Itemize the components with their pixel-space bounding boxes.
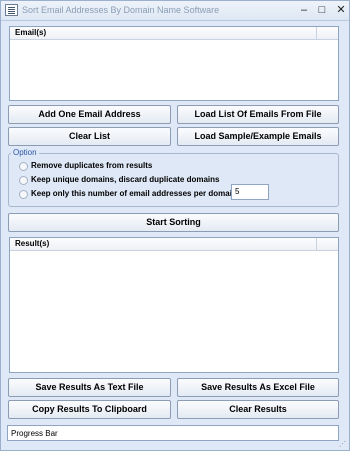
app-window: Sort Email Addresses By Domain Name Soft… xyxy=(0,0,350,451)
emails-listbox[interactable]: Email(s) xyxy=(9,26,339,101)
emails-per-domain-input[interactable]: 5 xyxy=(231,184,269,200)
load-sample-emails-button[interactable]: Load Sample/Example Emails xyxy=(177,127,339,146)
resize-grip-icon[interactable]: ⋰ xyxy=(339,440,348,449)
remove-duplicates-label[interactable]: Remove duplicates from results xyxy=(31,161,152,170)
progress-bar: Progress Bar xyxy=(7,425,339,441)
progress-bar-label: Progress Bar xyxy=(11,429,58,438)
save-results-text-button[interactable]: Save Results As Text File xyxy=(8,378,171,397)
title-bar[interactable]: Sort Email Addresses By Domain Name Soft… xyxy=(1,1,349,21)
keep-n-per-domain-label[interactable]: Keep only this number of email addresses… xyxy=(31,189,240,198)
column-divider xyxy=(316,27,317,40)
add-one-email-button[interactable]: Add One Email Address xyxy=(8,105,171,124)
copy-results-clipboard-button[interactable]: Copy Results To Clipboard xyxy=(8,400,171,419)
start-sorting-button[interactable]: Start Sorting xyxy=(8,213,339,232)
results-list-header[interactable]: Result(s) xyxy=(10,238,338,251)
emails-column-header[interactable]: Email(s) xyxy=(15,28,46,37)
load-list-from-file-button[interactable]: Load List Of Emails From File xyxy=(177,105,339,124)
option-group-title: Option xyxy=(11,148,39,157)
keep-unique-domains-label[interactable]: Keep unique domains, discard duplicate d… xyxy=(31,175,219,184)
keep-unique-domains-radio[interactable] xyxy=(19,176,28,185)
save-results-excel-button[interactable]: Save Results As Excel File xyxy=(177,378,339,397)
keep-n-per-domain-radio[interactable] xyxy=(19,190,28,199)
column-divider xyxy=(316,238,317,251)
app-icon xyxy=(5,4,18,16)
maximize-icon[interactable]: □ xyxy=(314,3,330,18)
window-title: Sort Email Addresses By Domain Name Soft… xyxy=(22,5,220,15)
minimize-icon[interactable]: – xyxy=(296,3,312,18)
clear-list-button[interactable]: Clear List xyxy=(8,127,171,146)
clear-results-button[interactable]: Clear Results xyxy=(177,400,339,419)
results-listbox[interactable]: Result(s) xyxy=(9,237,339,373)
results-column-header[interactable]: Result(s) xyxy=(15,239,49,248)
remove-duplicates-radio[interactable] xyxy=(19,162,28,171)
close-icon[interactable]: ✕ xyxy=(333,3,349,18)
emails-list-header[interactable]: Email(s) xyxy=(10,27,338,40)
